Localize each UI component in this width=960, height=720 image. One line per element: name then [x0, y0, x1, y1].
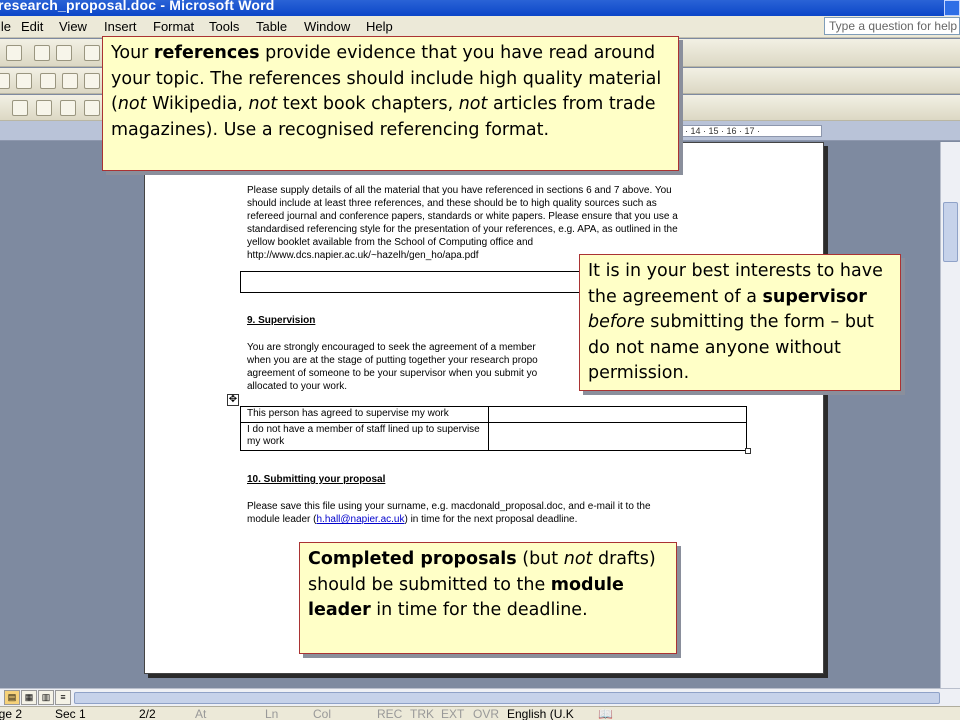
status-ext[interactable]: EXT	[441, 707, 464, 720]
spelling-status-icon: 📖	[598, 707, 613, 720]
track-changes-icon[interactable]	[12, 100, 28, 116]
table-move-handle-icon[interactable]: ✥	[227, 394, 239, 406]
section8-line-4: standardised referencing style for the p…	[247, 224, 678, 235]
callout-italic: not	[563, 549, 593, 569]
outline-view-icon[interactable]: ≡	[55, 690, 71, 705]
normal-view-icon[interactable]: ▤	[4, 690, 20, 705]
vertical-scrollbar[interactable]	[940, 142, 960, 688]
callout-text: (but	[516, 549, 564, 569]
menu-table[interactable]: Table	[256, 16, 287, 38]
section9-line-1: You are strongly encouraged to seek the …	[247, 342, 536, 353]
menu-bar: File Edit View Insert Format Tools Table…	[0, 16, 960, 38]
section9-heading: 9. Supervision	[247, 315, 316, 326]
menu-help[interactable]: Help	[366, 16, 393, 38]
menu-edit[interactable]: Edit	[21, 16, 43, 38]
print-layout-icon[interactable]: ▥	[38, 690, 54, 705]
section8-line-3: refereed journal and conference papers, …	[247, 211, 678, 222]
minimize-button[interactable]	[944, 0, 960, 16]
callout-text: Your	[111, 43, 154, 63]
table-cell-value[interactable]	[488, 421, 747, 451]
save-icon[interactable]	[56, 45, 72, 61]
callout-text: in time for the deadline.	[370, 600, 588, 620]
section10-line-2: module leader (h.hall@napier.ac.uk) in t…	[247, 513, 577, 526]
section10-line-1: Please save this file using your surname…	[247, 501, 651, 512]
callout-italic: not	[117, 94, 147, 114]
supervision-callout: It is in your best interests to have the…	[579, 254, 901, 391]
comment-icon[interactable]	[36, 100, 52, 116]
section9-line-2: when you are at the stage of putting tog…	[247, 355, 538, 366]
status-ovr[interactable]: OVR	[473, 707, 499, 720]
print-icon[interactable]	[0, 73, 10, 89]
callout-bold: Completed proposals	[308, 549, 517, 569]
status-language: English (U.K	[507, 707, 574, 720]
section8-line-6: http://www.dcs.napier.ac.uk/~hazelh/gen_…	[247, 250, 479, 261]
copy-icon[interactable]	[62, 73, 78, 89]
table-row: This person has agreed to supervise my w…	[240, 406, 747, 423]
help-search-input[interactable]: Type a question for help	[824, 17, 960, 35]
title-bar: research_proposal.doc - Microsoft Word	[0, 0, 960, 16]
section8-line-5: yellow booklet available from the School…	[247, 237, 534, 248]
research-icon[interactable]	[84, 100, 100, 116]
status-page: Page 2	[0, 707, 23, 720]
status-at: At	[195, 707, 207, 720]
cut-icon[interactable]	[40, 73, 56, 89]
email-link[interactable]: h.hall@napier.ac.uk	[316, 514, 404, 525]
callout-text: Wikipedia,	[146, 94, 249, 114]
callout-italic: not	[248, 94, 278, 114]
print-preview-icon[interactable]	[16, 73, 32, 89]
section9-line-3: agreement of someone to be your supervis…	[247, 368, 538, 379]
status-section: Sec 1	[55, 707, 86, 720]
menu-window[interactable]: Window	[304, 16, 350, 38]
horizontal-scrollbar[interactable]: ▤ ▦ ▥ ≡	[0, 688, 960, 706]
table-resize-handle[interactable]	[745, 448, 751, 454]
window-controls	[942, 0, 960, 16]
status-pages: 2/2	[139, 707, 156, 720]
references-entry-box[interactable]	[240, 271, 590, 293]
open-icon[interactable]	[34, 45, 50, 61]
section10-line-2-post: ) in time for the next proposal deadline…	[404, 514, 578, 525]
web-layout-icon[interactable]: ▦	[21, 690, 37, 705]
menu-file[interactable]: File	[0, 16, 11, 38]
table-cell-label: I do not have a member of staff lined up…	[240, 421, 489, 451]
callout-italic: before	[588, 312, 645, 332]
section8-line-1: Please supply details of all the materia…	[247, 185, 672, 196]
status-bar: Page 2 Sec 1 2/2 At Ln Col REC TRK EXT O…	[0, 706, 960, 720]
menu-view[interactable]: View	[59, 16, 87, 38]
window-title: research_proposal.doc - Microsoft Word	[0, 0, 275, 13]
status-ln: Ln	[265, 707, 279, 720]
supervision-table: This person has agreed to supervise my w…	[240, 406, 747, 451]
callout-text: text book chapters,	[277, 94, 459, 114]
menu-tools[interactable]: Tools	[209, 16, 239, 38]
submission-callout: Completed proposals (but not drafts) sho…	[299, 542, 677, 654]
ruler-marks: · 14 · 15 · 16 · 17 ·	[680, 125, 822, 137]
table-cell-value[interactable]	[488, 406, 747, 423]
new-document-icon[interactable]	[6, 45, 22, 61]
section9-line-4: allocated to your work.	[247, 381, 348, 392]
vertical-scroll-thumb[interactable]	[943, 202, 958, 262]
spelling-icon[interactable]	[60, 100, 76, 116]
menu-insert[interactable]: Insert	[104, 16, 137, 38]
table-cell-label: This person has agreed to supervise my w…	[240, 406, 489, 423]
permission-icon[interactable]	[84, 45, 100, 61]
callout-bold: supervisor	[762, 286, 867, 307]
status-rec[interactable]: REC	[377, 707, 402, 720]
status-col: Col	[313, 707, 332, 720]
callout-bold: references	[153, 43, 260, 63]
paste-icon[interactable]	[84, 73, 100, 89]
section10-line-2-pre: module leader (	[247, 514, 317, 525]
section10-heading: 10. Submitting your proposal	[247, 474, 386, 485]
horizontal-scroll-thumb[interactable]	[74, 692, 940, 704]
table-row: I do not have a member of staff lined up…	[240, 421, 747, 451]
section8-line-2: should include at least three references…	[247, 198, 657, 209]
status-trk[interactable]: TRK	[410, 707, 434, 720]
callout-italic: not	[458, 94, 488, 114]
menu-format[interactable]: Format	[153, 16, 194, 38]
references-callout: Your references provide evidence that yo…	[102, 36, 679, 171]
